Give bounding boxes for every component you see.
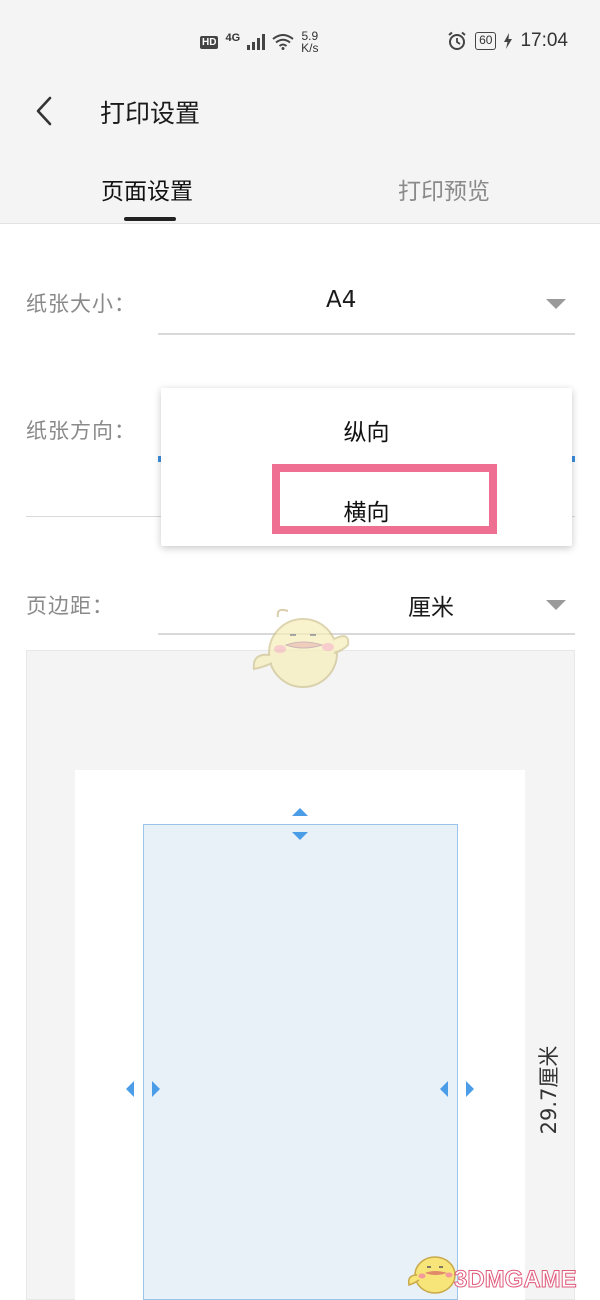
wifi-icon [272, 34, 294, 50]
printable-area [143, 824, 458, 1300]
mascot-watermark-icon [252, 608, 350, 688]
top-margin-up-icon[interactable] [292, 808, 308, 816]
tab-print-preview[interactable]: 打印预览 [398, 172, 490, 206]
battery-indicator: 60 [475, 32, 497, 50]
alarm-icon [448, 31, 466, 50]
right-margin-decrease-icon[interactable] [440, 1081, 448, 1097]
tab-page-setup[interactable]: 页面设置 [101, 172, 193, 206]
right-margin-increase-icon[interactable] [466, 1081, 474, 1097]
clock: 17:04 [520, 30, 568, 51]
back-button[interactable] [28, 92, 64, 132]
back-arrow-icon [36, 96, 52, 126]
top-margin-down-icon[interactable] [292, 832, 308, 840]
paper-size-dropdown-icon[interactable] [546, 299, 566, 309]
hd-badge: HD [200, 35, 219, 49]
status-right: 60 17:04 [447, 30, 568, 52]
paper-size-select[interactable]: A4 [326, 287, 356, 313]
tab-indicator [124, 217, 176, 221]
paper-size-label: 纸张大小： [26, 292, 136, 316]
watermark-text: 3DMGAME [454, 1266, 578, 1294]
orientation-option-portrait[interactable]: 纵向 [161, 413, 572, 447]
network-speed: 5.9 K/s [301, 29, 319, 55]
header: 打印设置 页面设置 打印预览 [0, 80, 600, 224]
orientation-select-edge [572, 456, 575, 462]
highlight-annotation [272, 464, 497, 534]
margin-underline [158, 633, 575, 635]
signal-icon [247, 34, 266, 50]
network-type: 4G [225, 32, 241, 44]
paper-size-underline [158, 333, 575, 335]
status-bar: HD 4G 5.9 K/s 60 17:04 [0, 0, 600, 80]
left-margin-increase-icon[interactable] [152, 1081, 160, 1097]
margin-unit-dropdown-icon[interactable] [546, 600, 566, 610]
charging-icon [504, 33, 513, 49]
paper-height-label: 29.7厘米 [537, 1045, 561, 1135]
margin-unit-select[interactable]: 厘米 [408, 588, 454, 622]
margin-label: 页边距： [26, 594, 114, 618]
status-icons: HD 4G 5.9 K/s [200, 30, 318, 54]
page-title: 打印设置 [100, 99, 201, 128]
left-margin-decrease-icon[interactable] [126, 1081, 134, 1097]
orientation-label: 纸张方向： [26, 419, 136, 443]
